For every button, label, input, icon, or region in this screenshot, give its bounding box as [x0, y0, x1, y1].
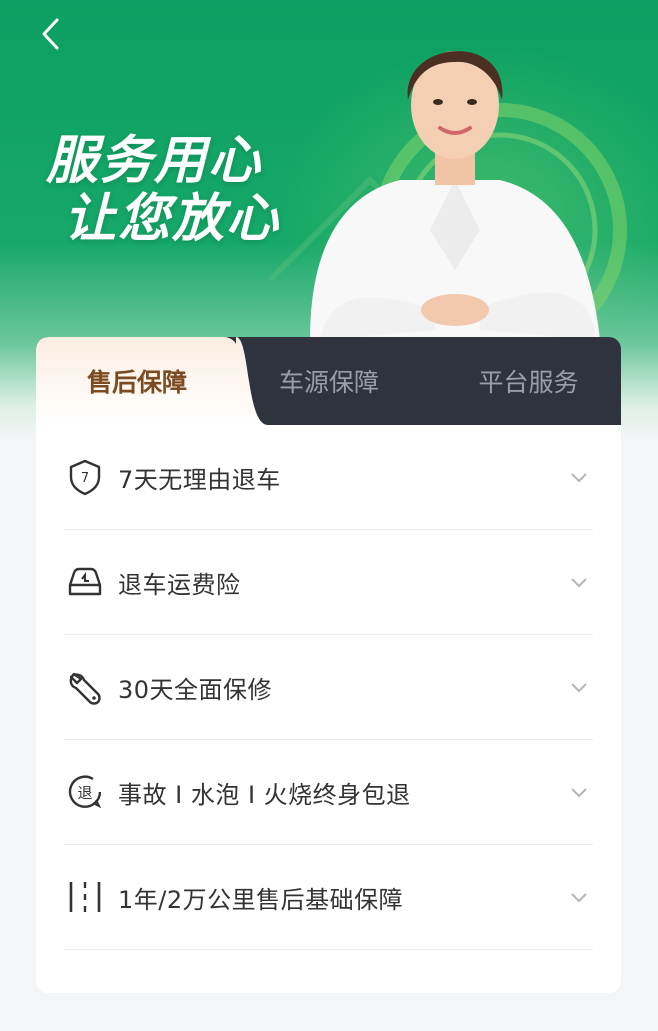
- chevron-down-icon: [571, 893, 587, 903]
- road-icon: [66, 878, 104, 916]
- chevron-down-icon: [571, 578, 587, 588]
- list-item-label: 1年/2万公里售后基础保障: [118, 885, 404, 914]
- chevron-down-icon: [571, 683, 587, 693]
- tab-platform-service[interactable]: 平台服务: [436, 337, 621, 425]
- hero-headline: 服务用心 让您放心: [46, 132, 280, 248]
- guarantee-list: 7 7天无理由退车 退车运费险 30天全面保修 退 事故 I 水泡 I 火烧终身…: [36, 425, 621, 950]
- tab-after-sales[interactable]: 售后保障: [36, 337, 238, 425]
- list-item-label: 7天无理由退车: [118, 465, 281, 494]
- headline-line-2: 让您放心: [64, 189, 281, 249]
- car-icon: [66, 563, 104, 601]
- list-item-label: 事故 I 水泡 I 火烧终身包退: [118, 780, 411, 809]
- list-item-shipping-insurance[interactable]: 退车运费险: [64, 530, 593, 635]
- svg-text:7: 7: [81, 471, 89, 486]
- tab-car-source[interactable]: 车源保障: [238, 337, 420, 425]
- list-item-label: 退车运费险: [118, 570, 241, 599]
- list-item-30day-warranty[interactable]: 30天全面保修: [64, 635, 593, 740]
- list-item-label: 30天全面保修: [118, 675, 273, 704]
- svg-text:退: 退: [77, 784, 92, 802]
- tab-bar: 售后保障 车源保障 平台服务: [36, 337, 621, 425]
- guarantee-card: 售后保障 车源保障 平台服务 7 7天无理由退车 退车运费险 30天全面保修 退…: [36, 337, 621, 993]
- shield-7-icon: 7: [66, 458, 104, 496]
- list-item-7day-return[interactable]: 7 7天无理由退车: [64, 425, 593, 530]
- hero-model-image: [267, 51, 627, 340]
- list-item-lifetime-return[interactable]: 退 事故 I 水泡 I 火烧终身包退: [64, 740, 593, 845]
- headline-line-1: 服务用心: [46, 131, 263, 191]
- chevron-down-icon: [571, 788, 587, 798]
- return-icon: 退: [66, 773, 104, 811]
- list-item-basic-warranty[interactable]: 1年/2万公里售后基础保障: [64, 845, 593, 950]
- wrench-icon: [66, 668, 104, 706]
- back-button[interactable]: [30, 14, 70, 54]
- chevron-left-icon: [42, 18, 59, 50]
- chevron-down-icon: [571, 473, 587, 483]
